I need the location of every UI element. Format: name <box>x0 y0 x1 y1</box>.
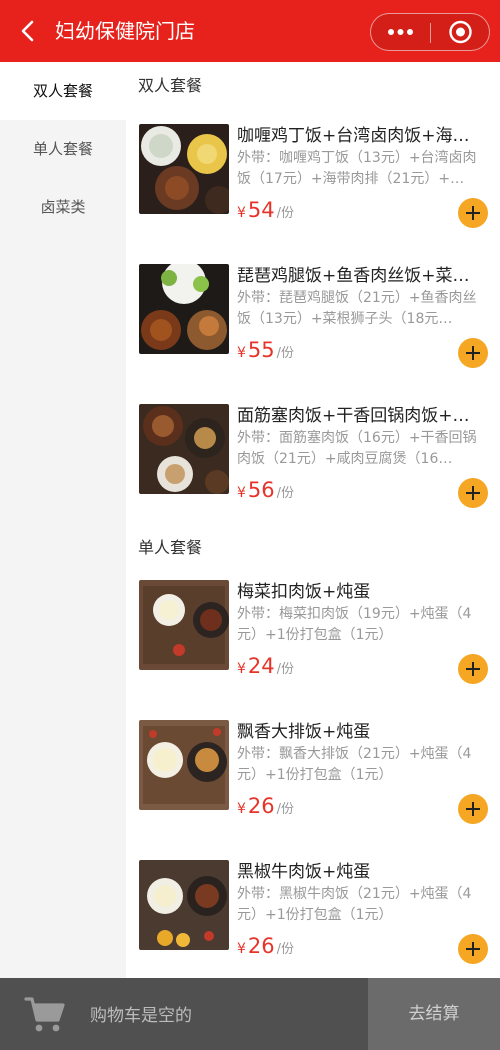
product-item[interactable]: 咖喱鸡丁饭+台湾卤肉饭+海… 外带：咖喱鸡丁饭（13元）+台湾卤肉饭（17元）+… <box>126 124 500 244</box>
price-value: 24 <box>247 654 275 678</box>
product-price: ¥55/份 <box>237 338 294 362</box>
product-price: ¥26/份 <box>237 794 294 818</box>
shopping-cart-icon <box>24 997 65 1032</box>
section-title: 双人套餐 <box>138 76 203 95</box>
product-description: 外带：面筋塞肉饭（16元）+干香回锅肉饭（21元）+咸肉豆腐煲（16… <box>237 430 477 467</box>
product-image <box>139 124 229 214</box>
price-unit: /份 <box>276 486 295 501</box>
currency-symbol: ¥ <box>237 661 246 677</box>
product-price: ¥26/份 <box>237 934 294 958</box>
category-sidebar: 双人套餐 单人套餐 卤菜类 <box>0 62 126 978</box>
product-image <box>139 580 229 670</box>
product-item[interactable]: 琵琶鸡腿饭+鱼香肉丝饭+菜… 外带：琵琶鸡腿饭（21元）+鱼香肉丝饭（13元）+… <box>126 264 500 384</box>
price-unit: /份 <box>276 346 295 361</box>
product-description: 外带：琵琶鸡腿饭（21元）+鱼香肉丝饭（13元）+菜根狮子头（18元… <box>237 290 477 327</box>
product-name: 咖喱鸡丁饭+台湾卤肉饭+海… <box>237 126 470 146</box>
currency-symbol: ¥ <box>237 205 246 221</box>
add-to-cart-button[interactable] <box>458 654 488 684</box>
product-item[interactable]: 飘香大排饭+炖蛋 外带：飘香大排饭（21元）+炖蛋（4元）+1份打包盒（1元） … <box>126 720 500 840</box>
add-to-cart-button[interactable] <box>458 794 488 824</box>
page-title: 妇幼保健院门店 <box>55 19 195 43</box>
currency-symbol: ¥ <box>237 345 246 361</box>
sidebar-item-single-set[interactable]: 单人套餐 <box>0 120 126 178</box>
price-value: 54 <box>247 198 275 222</box>
sidebar-item-double-set[interactable]: 双人套餐 <box>0 62 126 120</box>
add-to-cart-button[interactable] <box>458 934 488 964</box>
more-button[interactable] <box>371 14 430 50</box>
product-description: 外带：黑椒牛肉饭（21元）+炖蛋（4元）+1份打包盒（1元） <box>237 886 472 923</box>
back-button[interactable] <box>14 14 44 48</box>
product-name: 飘香大排饭+炖蛋 <box>237 722 371 742</box>
product-description: 外带：咖喱鸡丁饭（13元）+台湾卤肉饭（17元）+海带肉排（21元）+… <box>237 150 477 187</box>
cart-bar[interactable]: 购物车是空的 <box>0 978 368 1050</box>
product-image <box>139 264 229 354</box>
currency-symbol: ¥ <box>237 801 246 817</box>
price-unit: /份 <box>276 206 295 221</box>
price-unit: /份 <box>276 662 295 677</box>
product-image <box>139 404 229 494</box>
cart-button[interactable] <box>24 996 66 1034</box>
sidebar-item-braised[interactable]: 卤菜类 <box>0 178 126 236</box>
price-value: 56 <box>247 478 275 502</box>
price-value: 26 <box>247 934 275 958</box>
price-value: 26 <box>247 794 275 818</box>
product-item[interactable]: 梅菜扣肉饭+炖蛋 外带：梅菜扣肉饭（19元）+炖蛋（4元）+1份打包盒（1元） … <box>126 580 500 700</box>
product-image <box>139 720 229 810</box>
cart-empty-text: 购物车是空的 <box>90 1006 192 1026</box>
more-dots-icon <box>388 29 413 35</box>
nav-header: 妇幼保健院门店 <box>0 0 500 62</box>
checkout-button[interactable]: 去结算 <box>368 978 500 1050</box>
product-price: ¥54/份 <box>237 198 294 222</box>
price-unit: /份 <box>276 942 295 957</box>
target-close-icon <box>449 20 472 44</box>
product-name: 琵琶鸡腿饭+鱼香肉丝饭+菜… <box>237 266 470 286</box>
product-description: 外带：梅菜扣肉饭（19元）+炖蛋（4元）+1份打包盒（1元） <box>237 606 472 643</box>
section-title: 单人套餐 <box>138 538 203 557</box>
product-item[interactable]: 黑椒牛肉饭+炖蛋 外带：黑椒牛肉饭（21元）+炖蛋（4元）+1份打包盒（1元） … <box>126 860 500 978</box>
add-to-cart-button[interactable] <box>458 478 488 508</box>
add-to-cart-button[interactable] <box>458 338 488 368</box>
price-unit: /份 <box>276 802 295 817</box>
currency-symbol: ¥ <box>237 485 246 501</box>
product-price: ¥24/份 <box>237 654 294 678</box>
product-image <box>139 860 229 950</box>
product-name: 黑椒牛肉饭+炖蛋 <box>237 862 371 882</box>
miniapp-capsule <box>370 13 490 51</box>
product-name: 面筋塞肉饭+干香回锅肉饭+… <box>237 406 470 426</box>
product-description: 外带：飘香大排饭（21元）+炖蛋（4元）+1份打包盒（1元） <box>237 746 472 783</box>
product-list[interactable]: 双人套餐 咖喱鸡丁饭+台湾卤肉饭+海… 外带：咖喱鸡丁饭（13元）+台湾卤肉饭（… <box>126 62 500 978</box>
close-miniapp-button[interactable] <box>431 14 490 50</box>
add-to-cart-button[interactable] <box>458 198 488 228</box>
product-price: ¥56/份 <box>237 478 294 502</box>
product-item[interactable]: 面筋塞肉饭+干香回锅肉饭+… 外带：面筋塞肉饭（16元）+干香回锅肉饭（21元）… <box>126 404 500 524</box>
price-value: 55 <box>247 338 275 362</box>
currency-symbol: ¥ <box>237 941 246 957</box>
chevron-left-icon <box>21 20 34 42</box>
product-name: 梅菜扣肉饭+炖蛋 <box>237 582 371 602</box>
